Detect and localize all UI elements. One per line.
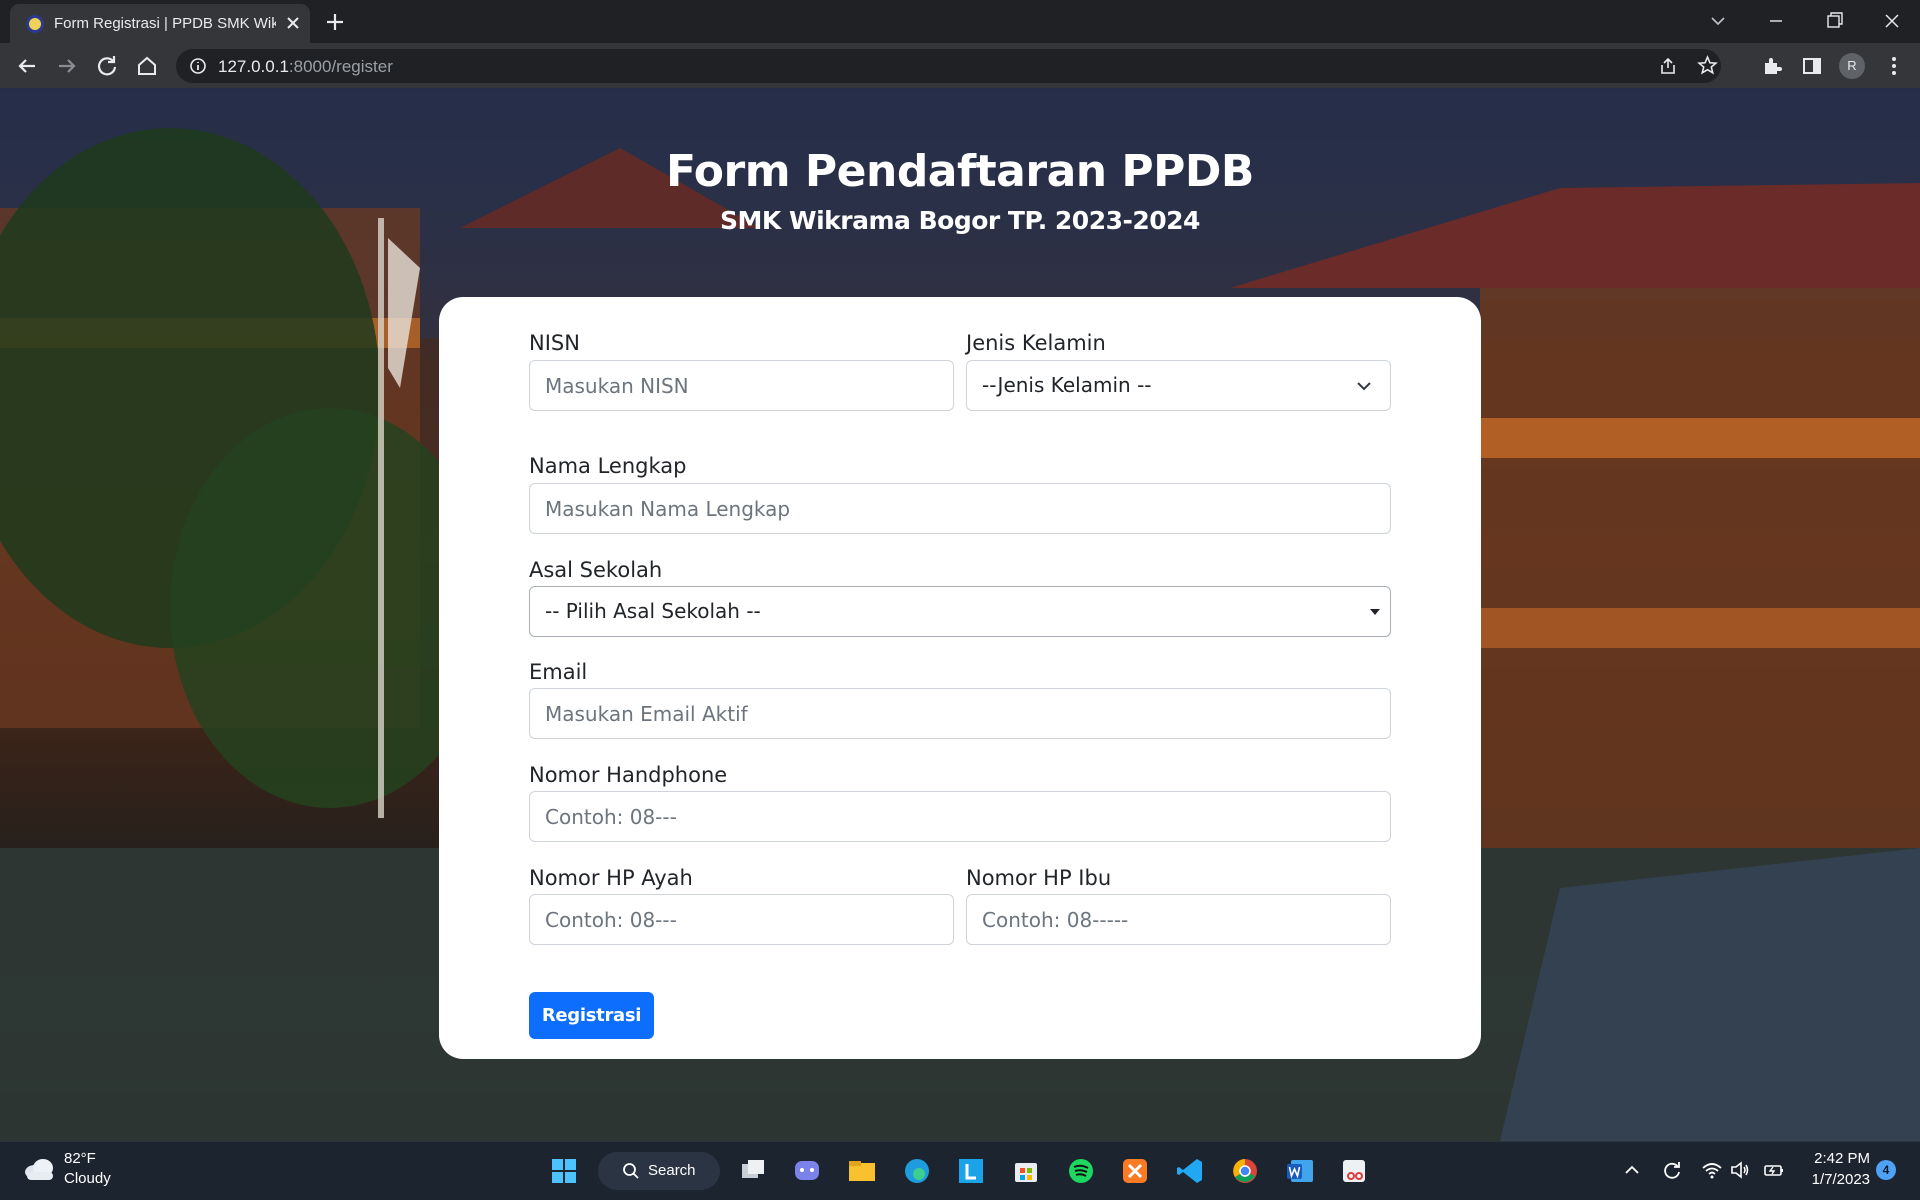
school-label: Asal Sekolah [529, 558, 663, 582]
browser-tab[interactable]: Form Registrasi | PPDB SMK Wikrama [10, 4, 310, 43]
browser-tabstrip: Form Registrasi | PPDB SMK Wikrama [0, 0, 1920, 43]
tab-search-icon[interactable] [1692, 4, 1744, 38]
wifi-icon[interactable] [1700, 1158, 1724, 1182]
mother-phone-input[interactable]: Contoh: 08----- [966, 894, 1391, 945]
email-input[interactable]: Masukan Email Aktif [529, 688, 1391, 739]
new-tab-icon[interactable] [322, 9, 348, 35]
dropdown-arrow-icon [1370, 609, 1380, 615]
full-name-label: Nama Lengkap [529, 454, 687, 478]
side-panel-icon[interactable] [1798, 52, 1826, 80]
close-window-icon[interactable] [1866, 4, 1918, 38]
tab-title: Form Registrasi | PPDB SMK Wikrama [54, 15, 276, 32]
xampp-icon[interactable] [1116, 1152, 1154, 1190]
share-icon[interactable] [1658, 56, 1678, 76]
search-label: Search [648, 1162, 696, 1179]
restore-icon[interactable] [1808, 4, 1860, 38]
father-phone-label: Nomor HP Ayah [529, 866, 693, 890]
gender-label: Jenis Kelamin [966, 331, 1106, 355]
mother-phone-label: Nomor HP Ibu [966, 866, 1112, 890]
windows-start-icon[interactable] [545, 1152, 583, 1190]
clock-date[interactable]: 1/7/2023 [1797, 1171, 1870, 1188]
gender-select[interactable]: --Jenis Kelamin -- [966, 360, 1391, 411]
chat-icon[interactable] [788, 1152, 826, 1190]
page-subtitle: SMK Wikrama Bogor TP. 2023-2024 [720, 206, 1200, 235]
chevron-down-icon [1357, 382, 1371, 391]
cloud-icon[interactable] [22, 1156, 56, 1182]
url-text[interactable]: 127.0.0.1:8000/register [218, 57, 393, 77]
bookmark-star-icon[interactable] [1697, 55, 1718, 76]
weather-description[interactable]: Cloudy [64, 1170, 111, 1187]
gender-select-value: --Jenis Kelamin -- [982, 373, 1152, 397]
profile-avatar[interactable]: R [1839, 53, 1865, 79]
edge-icon[interactable] [898, 1152, 936, 1190]
extensions-icon[interactable] [1758, 52, 1786, 80]
phone-input[interactable]: Contoh: 08--- [529, 791, 1391, 842]
page-title: Form Pendaftaran PPDB [666, 146, 1254, 197]
file-explorer-icon[interactable] [843, 1152, 881, 1190]
school-select-value: -- Pilih Asal Sekolah -- [545, 599, 761, 623]
nisn-input[interactable]: Masukan NISN [529, 360, 954, 411]
snipping-tool-icon[interactable] [1335, 1152, 1373, 1190]
vscode-icon[interactable] [1171, 1152, 1209, 1190]
launcher-app-icon[interactable] [952, 1152, 990, 1190]
notification-badge[interactable]: 4 [1876, 1160, 1896, 1180]
taskbar-search[interactable]: Search [598, 1152, 720, 1190]
school-logo-icon [26, 15, 44, 33]
windows-taskbar: 82°F Cloudy Search 2:42 PM 1/7/2023 4 [0, 1141, 1920, 1200]
nisn-label: NISN [529, 331, 580, 355]
search-icon [623, 1163, 639, 1179]
word-icon[interactable] [1281, 1152, 1319, 1190]
full-name-input[interactable]: Masukan Nama Lengkap [529, 483, 1391, 534]
email-label: Email [529, 660, 588, 684]
forward-icon[interactable] [53, 52, 81, 80]
chevron-up-icon[interactable] [1620, 1158, 1644, 1182]
battery-icon[interactable] [1762, 1158, 1786, 1182]
reload-icon[interactable] [93, 52, 121, 80]
task-view-icon[interactable] [734, 1152, 772, 1190]
address-bar[interactable]: 127.0.0.1:8000/register [176, 49, 1721, 83]
chrome-icon[interactable] [1226, 1152, 1264, 1190]
registration-form-card: NISN Masukan NISN Jenis Kelamin --Jenis … [439, 297, 1481, 1059]
back-icon[interactable] [13, 52, 41, 80]
browser-toolbar: 127.0.0.1:8000/register R [0, 43, 1920, 88]
spotify-icon[interactable] [1062, 1152, 1100, 1190]
father-phone-input[interactable]: Contoh: 08--- [529, 894, 954, 945]
weather-temperature[interactable]: 82°F [64, 1150, 96, 1167]
register-button[interactable]: Registrasi [529, 992, 654, 1039]
volume-icon[interactable] [1728, 1158, 1752, 1182]
clock-time[interactable]: 2:42 PM [1810, 1150, 1870, 1167]
sync-icon[interactable] [1660, 1158, 1684, 1182]
store-icon[interactable] [1007, 1152, 1045, 1190]
minimize-icon[interactable] [1750, 4, 1802, 38]
school-select[interactable]: -- Pilih Asal Sekolah -- [529, 586, 1391, 637]
home-icon[interactable] [133, 52, 161, 80]
menu-icon[interactable] [1880, 52, 1908, 80]
close-icon[interactable] [282, 12, 304, 34]
page-viewport: Form Pendaftaran PPDB SMK Wikrama Bogor … [0, 88, 1920, 1141]
phone-label: Nomor Handphone [529, 763, 728, 787]
site-info-icon[interactable] [188, 56, 208, 76]
